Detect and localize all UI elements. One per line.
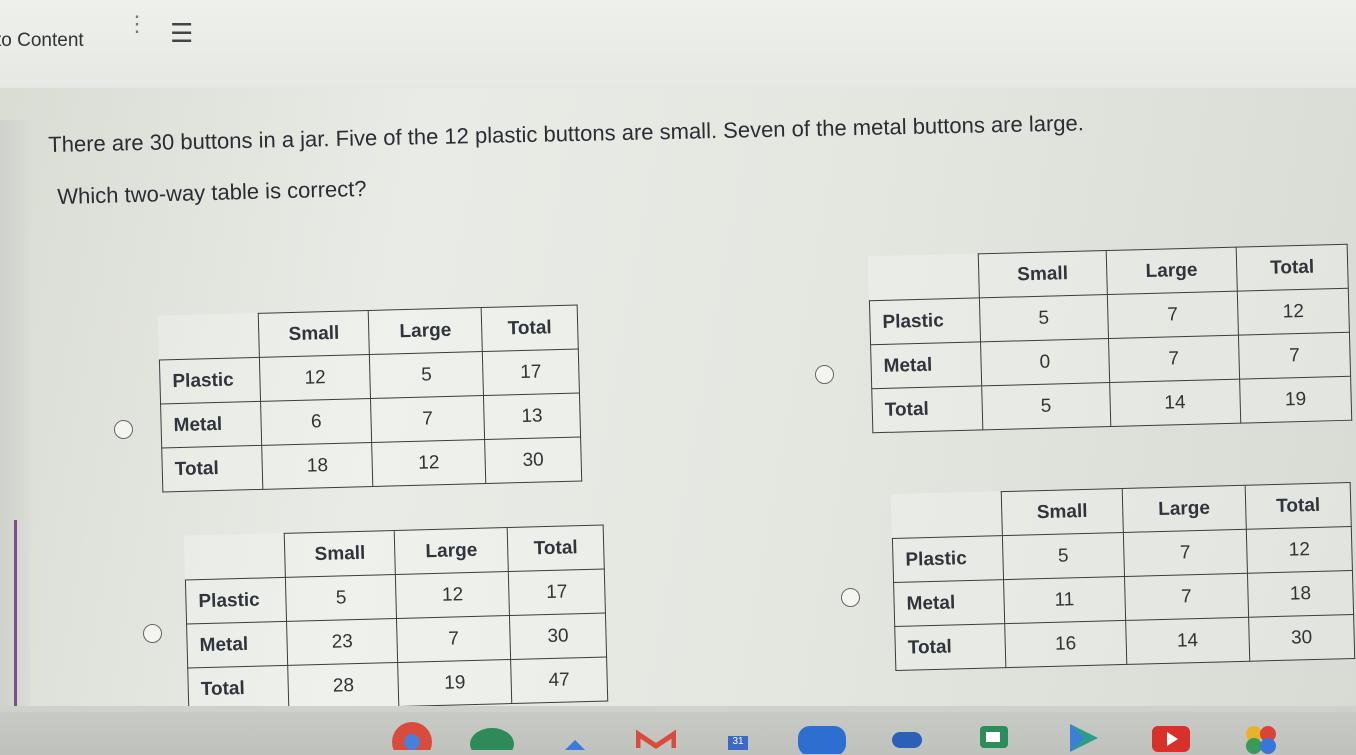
column-header: Small xyxy=(258,310,370,358)
table-cell: 17 xyxy=(508,569,606,616)
table-cell: 14 xyxy=(1125,617,1250,665)
table-cell: 7 xyxy=(1107,291,1239,339)
table-cell: 5 xyxy=(1002,532,1125,580)
row-header: Total xyxy=(894,623,1006,671)
table-cell: 12 xyxy=(1237,288,1350,336)
column-header: Total xyxy=(1236,244,1349,292)
table-cell: 18 xyxy=(1247,570,1354,618)
table-cell: 28 xyxy=(287,662,400,710)
table-cell: 30 xyxy=(509,613,607,660)
table-cell: 17 xyxy=(482,349,580,396)
table-cell: 5 xyxy=(981,382,1111,430)
chrome-icon[interactable] xyxy=(390,720,434,750)
table-cell: 7 xyxy=(1238,332,1351,380)
row-header: Metal xyxy=(186,621,288,668)
chat-icon[interactable] xyxy=(976,720,1016,754)
play-store-icon[interactable] xyxy=(1066,720,1106,754)
meet-icon[interactable] xyxy=(890,720,926,750)
table-cell: 12 xyxy=(395,571,510,619)
option-b-radio[interactable] xyxy=(815,365,834,384)
vertical-dots-icon[interactable]: ⋮ xyxy=(126,13,148,35)
table-cell: 19 xyxy=(398,659,512,707)
row-header: Metal xyxy=(893,579,1005,627)
table-cell: 7 xyxy=(1108,335,1240,383)
table-cell: 16 xyxy=(1004,620,1127,668)
table-cell: 5 xyxy=(285,574,397,622)
column-header: Large xyxy=(1105,247,1238,295)
table-cell: 12 xyxy=(259,354,371,402)
row-header: Plastic xyxy=(159,357,261,404)
table-cell: 30 xyxy=(484,437,582,484)
photos-icon[interactable] xyxy=(1242,720,1282,754)
row-header: Total xyxy=(161,445,263,492)
table-cell: 30 xyxy=(1248,614,1355,662)
drive-icon[interactable] xyxy=(560,720,590,750)
column-header: Total xyxy=(1245,482,1352,530)
table-cell: 19 xyxy=(1239,376,1352,424)
hamburger-icon[interactable]: ☰ xyxy=(170,18,193,49)
question-text: There are 30 buttons in a jar. Five of t… xyxy=(48,110,1085,157)
taskbar: 31 xyxy=(0,712,1356,755)
table-cell: 12 xyxy=(1246,526,1353,574)
calendar-icon[interactable]: 31 xyxy=(728,736,748,750)
files-icon[interactable] xyxy=(796,720,848,754)
column-header: Small xyxy=(1001,488,1124,536)
table-cell: 11 xyxy=(1003,576,1126,624)
table-cell: 14 xyxy=(1109,379,1241,427)
table-cell: 6 xyxy=(260,398,373,446)
option-a-radio[interactable] xyxy=(114,420,133,439)
column-header: Large xyxy=(368,307,483,355)
row-header: Total xyxy=(187,665,289,712)
table-cell: 23 xyxy=(286,618,399,666)
table-cell: 7 xyxy=(396,615,511,663)
row-header: Metal xyxy=(160,401,262,448)
option-d-table: Small Large Total Plastic 5 7 12 Metal 1… xyxy=(890,482,1356,671)
left-accent-line xyxy=(14,520,17,720)
column-header: Large xyxy=(394,527,509,575)
row-header: Total xyxy=(871,385,983,433)
gmail-icon[interactable] xyxy=(636,720,676,750)
top-bar: to Content ⋮ ☰ xyxy=(0,0,1356,88)
classroom-icon[interactable] xyxy=(470,720,514,750)
table-cell: 47 xyxy=(510,657,608,704)
table-cell: 7 xyxy=(1123,529,1248,577)
table-cell: 5 xyxy=(369,351,484,399)
option-b-table: Small Large Total Plastic 5 7 12 Metal 0… xyxy=(867,243,1353,434)
table-cell: 13 xyxy=(483,393,581,440)
column-header: Large xyxy=(1121,485,1247,533)
table-cell: 18 xyxy=(261,442,374,490)
option-c-table: Small Large Total Plastic 5 12 17 Metal … xyxy=(183,524,609,713)
skip-to-content-link[interactable]: to Content xyxy=(0,30,84,52)
option-c-radio[interactable] xyxy=(143,624,162,643)
column-header: Small xyxy=(284,530,396,578)
column-header: Small xyxy=(978,250,1108,298)
option-d-radio[interactable] xyxy=(841,588,860,607)
youtube-icon[interactable] xyxy=(1150,720,1194,754)
table-cell: 12 xyxy=(372,439,486,487)
table-cell: 5 xyxy=(979,294,1109,342)
column-header: Total xyxy=(481,305,579,352)
column-header: Total xyxy=(507,525,605,572)
row-header: Plastic xyxy=(869,297,981,345)
question-prompt: Which two-way table is correct? xyxy=(57,175,367,209)
option-a-table: Small Large Total Plastic 12 5 17 Metal … xyxy=(157,304,583,493)
row-header: Plastic xyxy=(892,535,1004,583)
table-cell: 7 xyxy=(370,395,485,443)
table-cell: 7 xyxy=(1124,573,1249,621)
table-cell: 0 xyxy=(980,338,1110,386)
row-header: Plastic xyxy=(185,577,287,624)
row-header: Metal xyxy=(870,341,982,389)
